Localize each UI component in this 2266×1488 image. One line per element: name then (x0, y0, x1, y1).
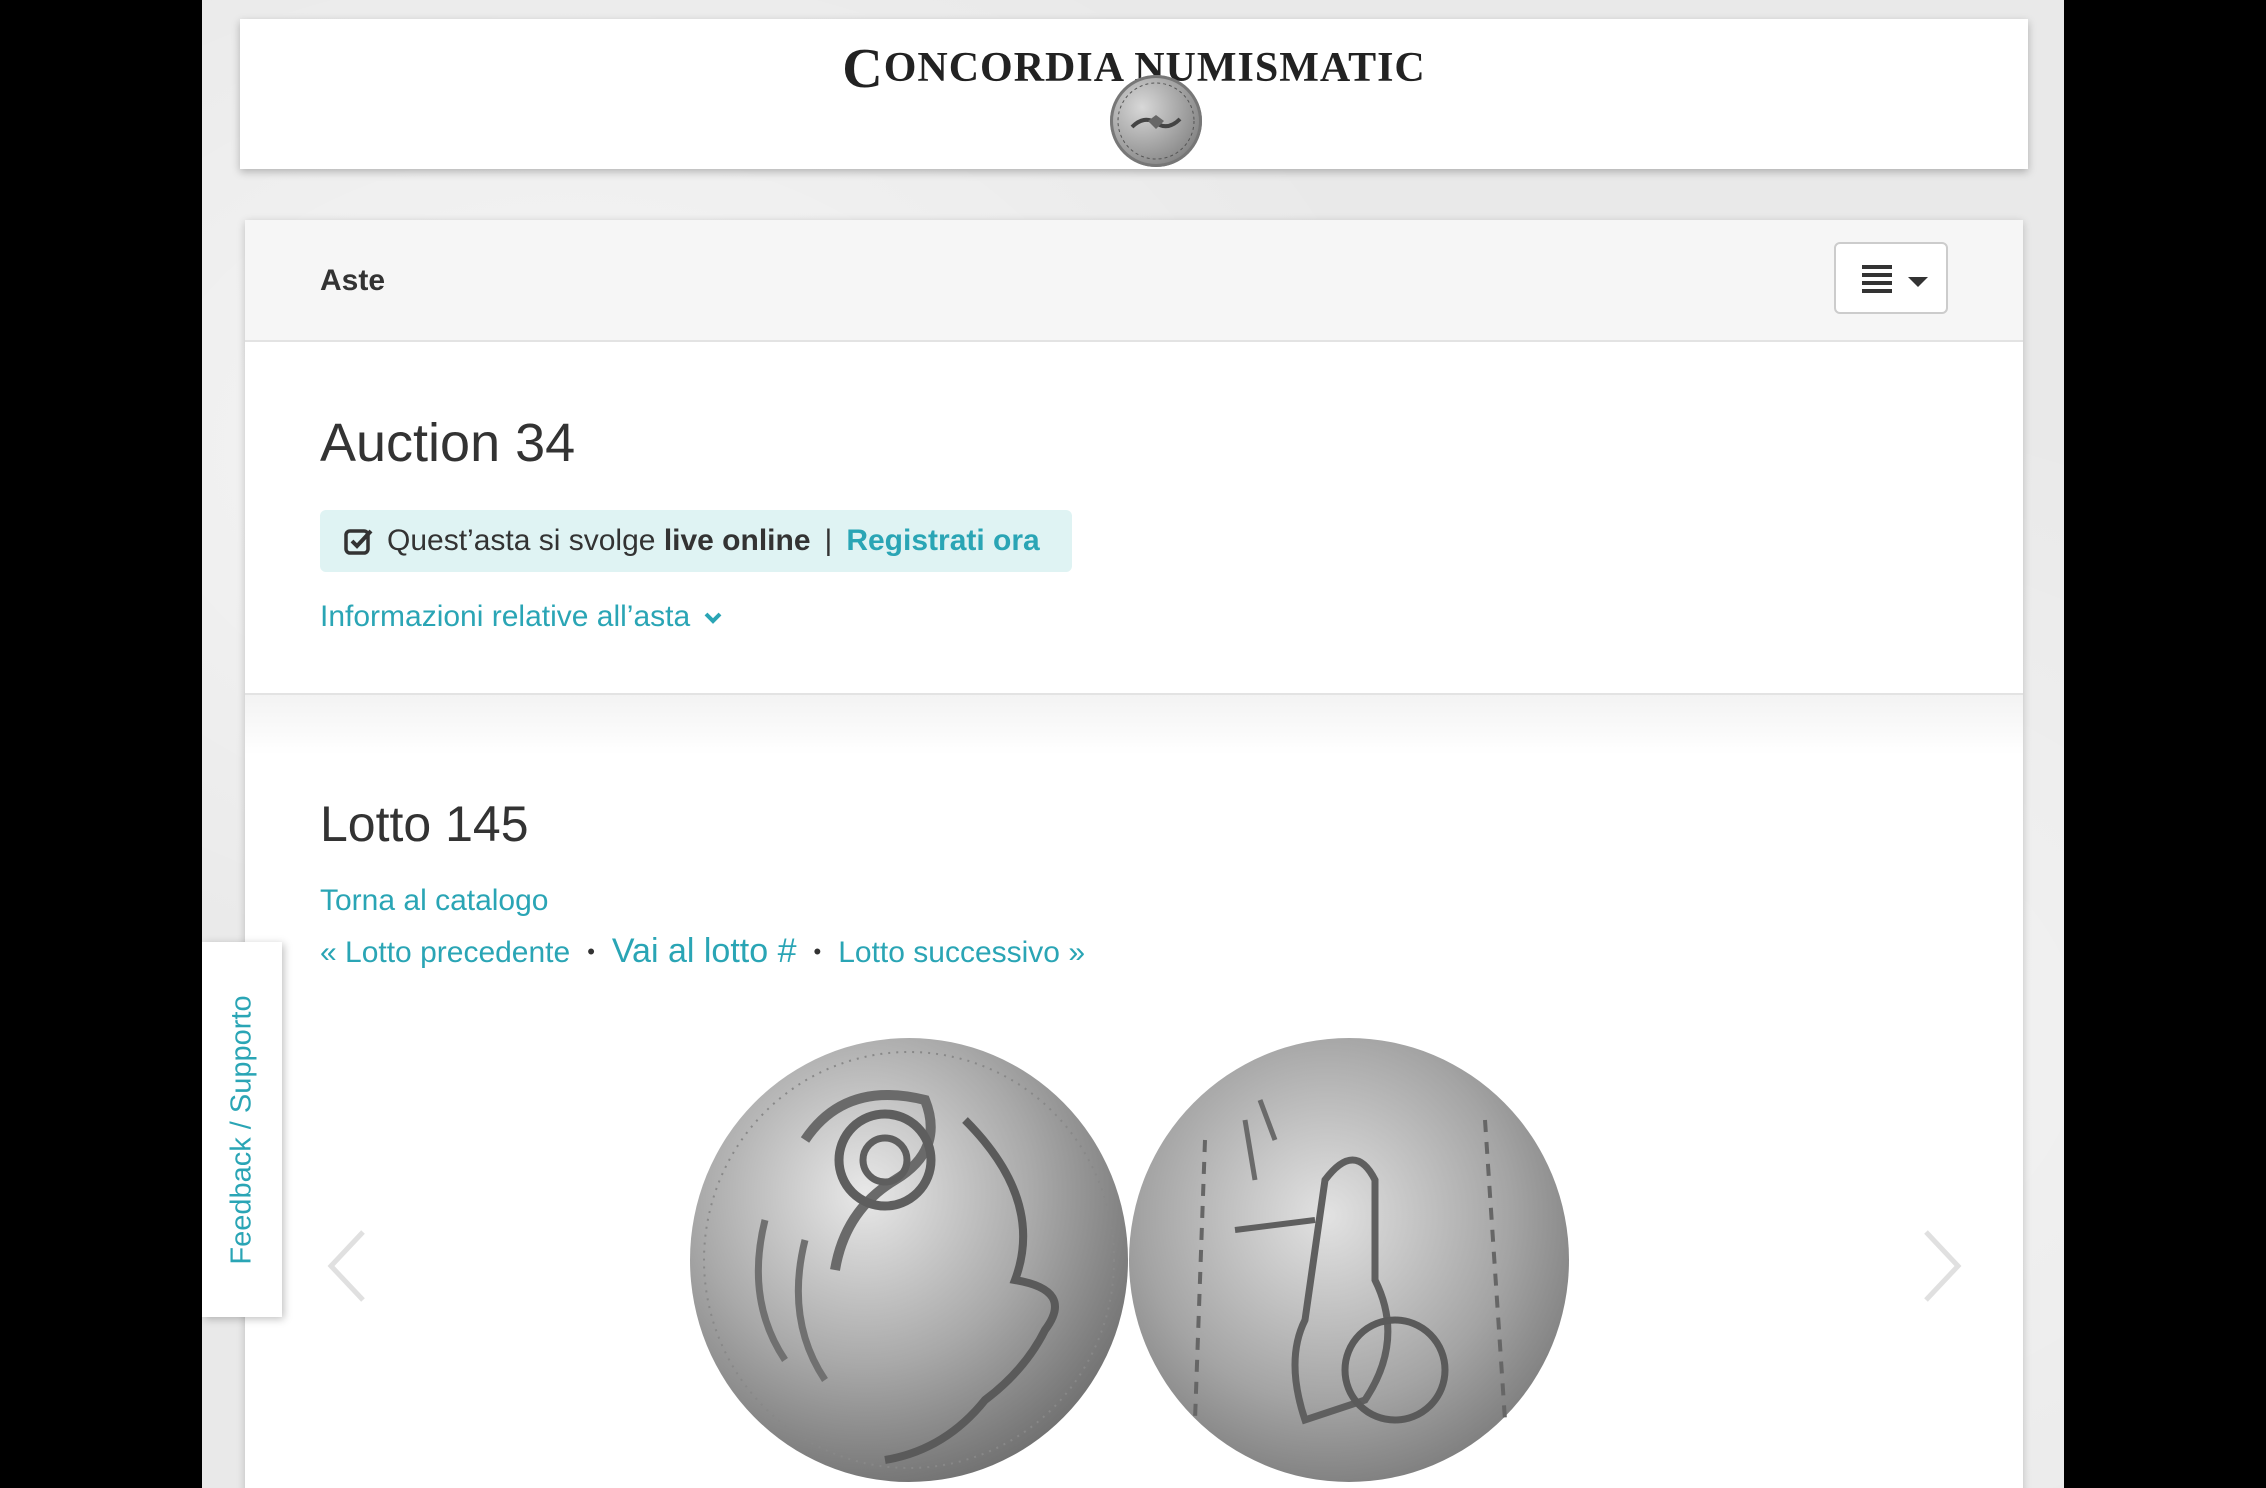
site-header: CONCORDIA NUMISMATIC (240, 19, 2028, 169)
lot-coin-images (690, 1038, 1569, 1482)
page-background: CONCORDIA NUMISMATIC Aste Auction 34 Que… (202, 0, 2064, 1488)
feedback-support-tab[interactable]: Feedback / Supporto (202, 942, 282, 1317)
auction-panel: Aste Auction 34 Quest’asta si svolge liv… (245, 220, 2023, 1488)
coin-reverse-image[interactable] (1129, 1038, 1569, 1482)
logo-coin-icon[interactable] (1110, 75, 1202, 167)
brand-initial: C (842, 38, 884, 100)
coin-obverse-image[interactable] (690, 1038, 1128, 1482)
feedback-support-label: Feedback / Supporto (225, 995, 258, 1265)
